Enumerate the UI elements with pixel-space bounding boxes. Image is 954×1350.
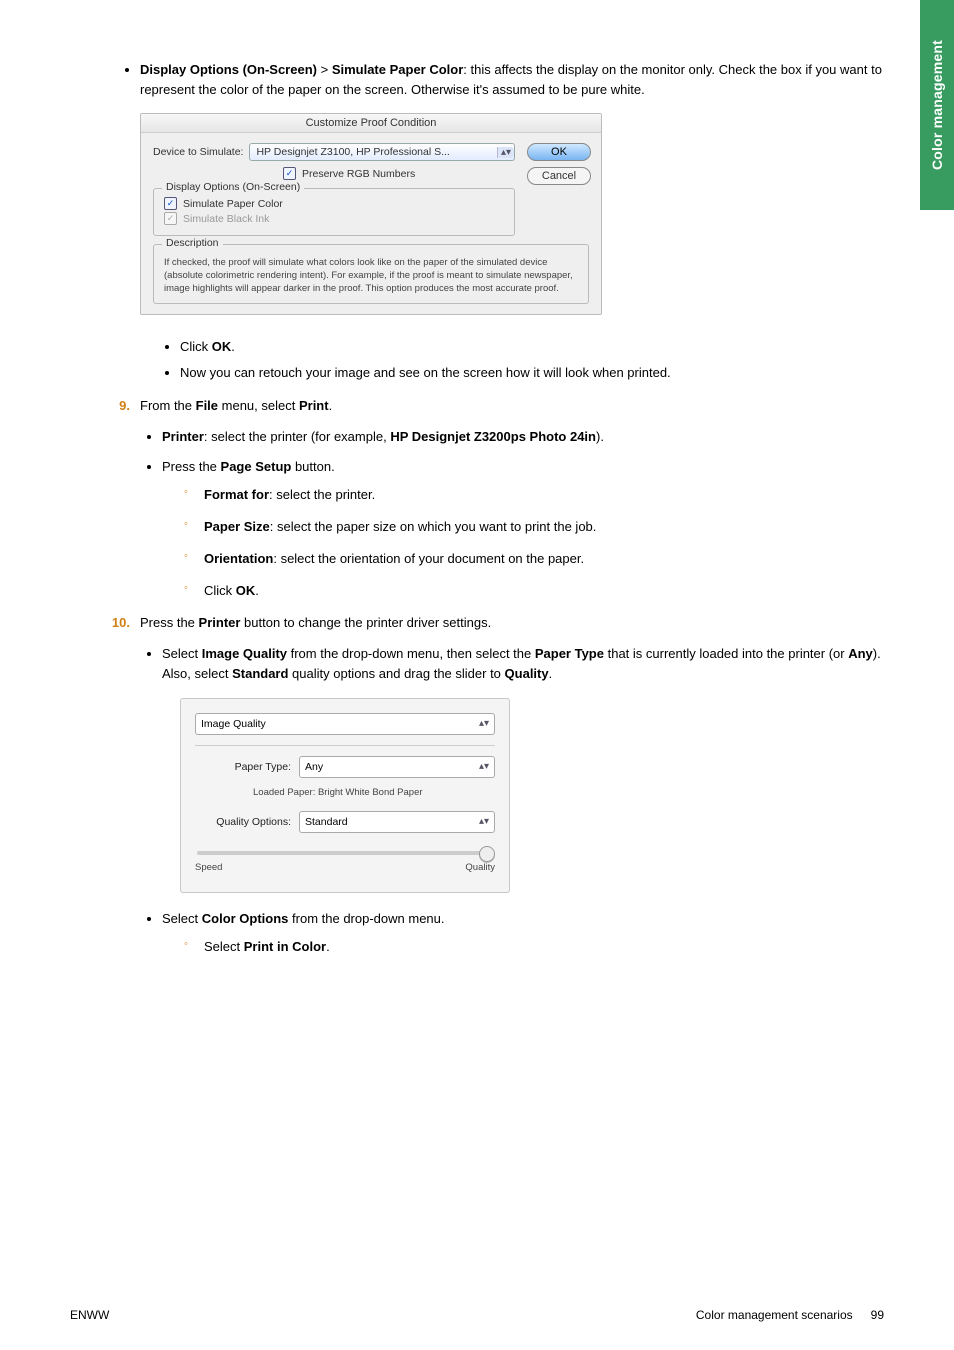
- printer-bullet: Printer: select the printer (for example…: [162, 427, 884, 447]
- quality-options-label: Quality Options:: [195, 814, 291, 830]
- page-setup-bullet: Press the Page Setup button. Format for:…: [162, 457, 884, 602]
- preserve-rgb-checkbox[interactable]: ✓: [283, 167, 296, 180]
- device-to-simulate-label: Device to Simulate:: [153, 146, 243, 158]
- dialog-title: Customize Proof Condition: [141, 114, 601, 133]
- footer-left: ENWW: [70, 1308, 109, 1322]
- paper-size-bullet: Paper Size: select the paper size on whi…: [184, 517, 884, 537]
- loaded-paper-label: Loaded Paper: Bright White Bond Paper: [253, 786, 495, 801]
- panel-type-select[interactable]: Image Quality▴▾: [195, 713, 495, 735]
- step-10: Press the Printer button to change the p…: [100, 613, 884, 957]
- paper-type-label: Paper Type:: [195, 759, 291, 775]
- simulate-black-ink-checkbox[interactable]: ✓: [164, 212, 177, 225]
- image-quality-bullet: Select Image Quality from the drop-down …: [162, 644, 884, 684]
- simulate-black-ink-label: Simulate Black Ink: [183, 213, 269, 225]
- cancel-button[interactable]: Cancel: [527, 167, 591, 185]
- simulate-paper-color-checkbox[interactable]: ✓: [164, 197, 177, 210]
- slider-quality-label: Quality: [465, 861, 495, 876]
- retouch-bullet: Now you can retouch your image and see o…: [180, 363, 884, 383]
- orientation-bullet: Orientation: select the orientation of y…: [184, 549, 884, 569]
- color-options-bullet: Select Color Options from the drop-down …: [162, 909, 884, 957]
- image-quality-panel: Image Quality▴▾ Paper Type: Any▴▾ Loaded…: [180, 698, 510, 893]
- click-ok-bullet: Click OK.: [180, 337, 884, 357]
- footer-section: Color management scenarios: [696, 1308, 853, 1322]
- description-groupbox: Description If checked, the proof will s…: [153, 244, 589, 304]
- updown-icon: ▴▾: [479, 814, 489, 830]
- updown-icon: ▴▾: [497, 147, 514, 158]
- preserve-rgb-label: Preserve RGB Numbers: [302, 168, 415, 180]
- customize-proof-condition-dialog: Customize Proof Condition OK Cancel Devi…: [140, 113, 602, 315]
- quality-slider[interactable]: [197, 851, 493, 855]
- print-in-color-bullet: Select Print in Color.: [184, 937, 884, 957]
- footer-page-number: 99: [871, 1308, 884, 1322]
- display-options-groupbox: Display Options (On-Screen) ✓ Simulate P…: [153, 188, 515, 236]
- paper-type-select[interactable]: Any▴▾: [299, 756, 495, 778]
- page-footer: ENWW Color management scenarios 99: [70, 1308, 884, 1322]
- slider-thumb-icon[interactable]: [479, 846, 495, 862]
- side-tab: Color management: [920, 0, 954, 210]
- ok-button[interactable]: OK: [527, 143, 591, 161]
- device-to-simulate-select[interactable]: HP Designjet Z3100, HP Professional S...…: [249, 143, 515, 161]
- format-for-bullet: Format for: select the printer.: [184, 485, 884, 505]
- click-ok-sub-bullet: Click OK.: [184, 581, 884, 601]
- updown-icon: ▴▾: [479, 716, 489, 732]
- description-text: If checked, the proof will simulate what…: [164, 257, 578, 295]
- step-9: From the File menu, select Print. Printe…: [100, 396, 884, 601]
- slider-speed-label: Speed: [195, 861, 222, 876]
- display-options-bullet: Display Options (On-Screen) > Simulate P…: [140, 60, 884, 99]
- updown-icon: ▴▾: [479, 759, 489, 775]
- side-tab-label: Color management: [929, 40, 945, 170]
- quality-options-select[interactable]: Standard▴▾: [299, 811, 495, 833]
- simulate-paper-color-label: Simulate Paper Color: [183, 198, 283, 210]
